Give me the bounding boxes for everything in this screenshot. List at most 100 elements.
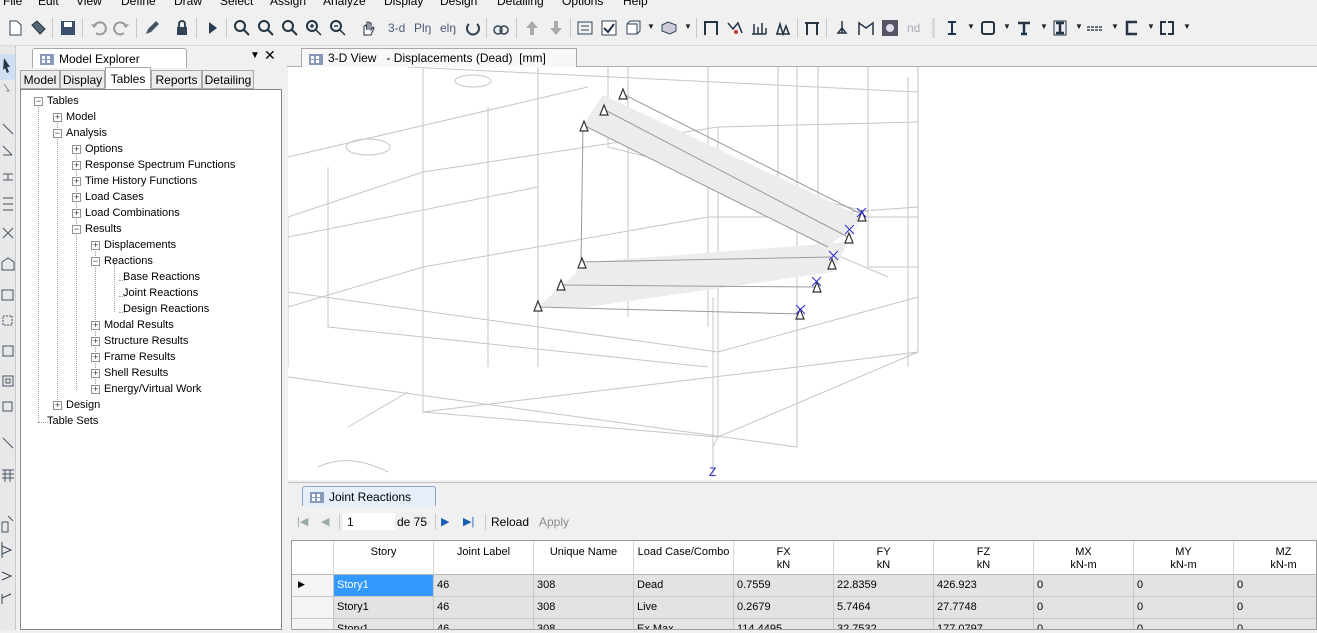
plate-section-icon[interactable] [1085, 18, 1105, 38]
wide-flange-icon[interactable] [1050, 18, 1070, 38]
first-page-icon[interactable]: |◀ [297, 515, 308, 528]
table-cell[interactable]: 114.4495 [734, 619, 834, 629]
expander-analysis[interactable]: − [53, 129, 62, 138]
expander-design[interactable]: + [53, 401, 62, 410]
view-tab-3d[interactable]: 3-D View - Displacements (Dead) [mm] [301, 48, 577, 67]
table-cell[interactable]: 0 [1034, 597, 1134, 619]
tab-display[interactable]: Display [60, 70, 105, 89]
zoom-rubber-band-icon[interactable] [256, 18, 276, 38]
reload-button[interactable]: Reload [491, 515, 529, 529]
tree-node-results[interactable]: Results [85, 223, 122, 235]
menu-options[interactable]: Options [562, 0, 603, 8]
zoom-out-icon[interactable] [328, 18, 348, 38]
display-options-icon[interactable] [575, 18, 595, 38]
column-header-story[interactable]: Story [334, 541, 434, 575]
expander-frame-results[interactable]: + [91, 353, 100, 362]
undo-icon[interactable] [88, 18, 108, 38]
last-page-icon[interactable]: ▶| [463, 515, 474, 528]
reactions-icon[interactable] [832, 18, 852, 38]
row-header[interactable]: ▶ [292, 575, 334, 597]
run-analysis-icon[interactable] [202, 18, 222, 38]
close-icon[interactable]: ✕ [264, 47, 276, 64]
table-cell[interactable]: 27.7748 [934, 597, 1034, 619]
deformed-shape-icon[interactable] [725, 18, 745, 38]
table-cell[interactable]: 0 [1134, 575, 1234, 597]
open-file-icon[interactable] [28, 18, 48, 38]
expander-reactions[interactable]: − [91, 257, 100, 266]
move-up-icon[interactable] [522, 18, 542, 38]
table-cell[interactable]: 0 [1234, 575, 1316, 597]
menu-draw[interactable]: Draw [174, 0, 202, 8]
tree-node-load-cases[interactable]: Load Cases [85, 191, 144, 203]
apply-button[interactable]: Apply [539, 515, 569, 529]
frame-section-icon[interactable] [802, 18, 822, 38]
tree-node-frame-results[interactable]: Frame Results [104, 351, 176, 363]
table-cell[interactable]: 46 [434, 619, 534, 629]
draw-tools-icon[interactable] [0, 46, 16, 630]
pan-hand-icon[interactable] [358, 18, 378, 38]
draw-frame-icon[interactable] [701, 18, 721, 38]
column-header-fy[interactable]: FY kN [834, 541, 934, 575]
table-cell[interactable]: 32.7532 [834, 619, 934, 629]
expander-structure-results[interactable]: + [91, 337, 100, 346]
tree-node-model[interactable]: Model [66, 111, 96, 123]
column-header-my[interactable]: MY kN-m [1134, 541, 1234, 575]
expander-tables[interactable]: − [34, 97, 43, 106]
box-section-icon[interactable] [978, 18, 998, 38]
menu-analyze[interactable]: Analyze [323, 0, 366, 8]
plan-view-button[interactable]: Plŋ [414, 21, 431, 35]
table-cell[interactable]: 0 [1034, 575, 1134, 597]
next-page-icon[interactable]: ▶ [441, 515, 449, 528]
column-header-mz[interactable]: MZ kN-m [1234, 541, 1316, 575]
tab-model[interactable]: Model [20, 70, 60, 89]
table-cell[interactable]: 308 [534, 597, 634, 619]
expander-shell-results[interactable]: + [91, 369, 100, 378]
expander-results[interactable]: − [72, 225, 81, 234]
expander-modal-results[interactable]: + [91, 321, 100, 330]
menu-detailing[interactable]: Detailing [497, 0, 544, 8]
extrude-icon[interactable] [659, 18, 679, 38]
table-cell[interactable]: Dead [634, 575, 734, 597]
tree-node-base-reactions[interactable]: Base Reactions [123, 271, 200, 283]
table-cell[interactable]: 0.7559 [734, 575, 834, 597]
table-cell[interactable]: 0 [1034, 619, 1134, 629]
expander-load-combinations[interactable]: + [72, 209, 81, 218]
menu-design[interactable]: Design [440, 0, 477, 8]
tree-node-options[interactable]: Options [85, 143, 123, 155]
row-header[interactable] [292, 619, 334, 629]
zoom-window-icon[interactable] [232, 18, 252, 38]
tree-node-load-combinations[interactable]: Load Combinations [85, 207, 180, 219]
expander-response-spectrum[interactable]: + [72, 161, 81, 170]
mode-shape-icon[interactable] [856, 18, 876, 38]
column-header-fx[interactable]: FX kN [734, 541, 834, 575]
previous-page-icon[interactable]: ◀ [321, 515, 329, 528]
new-file-icon[interactable] [5, 18, 25, 38]
table-cell[interactable]: 0 [1134, 619, 1234, 629]
expander-displacements[interactable]: + [91, 241, 100, 250]
tree-node-design-reactions[interactable]: Design Reactions [123, 303, 209, 315]
page-number-input[interactable] [343, 513, 395, 530]
expander-model[interactable]: + [53, 113, 62, 122]
menu-file[interactable]: File [3, 0, 22, 8]
table-cell[interactable]: 0 [1234, 597, 1316, 619]
panel-dropdown-icon[interactable]: ▼ [250, 50, 260, 61]
tree-node-joint-reactions[interactable]: Joint Reactions [123, 287, 198, 299]
tab-reports[interactable]: Reports [151, 70, 202, 89]
tab-detailing[interactable]: Detailing [202, 70, 254, 89]
force-diagram-icon[interactable] [749, 18, 769, 38]
table-cell[interactable]: Ex Max [634, 619, 734, 629]
tree-node-structure-results[interactable]: Structure Results [104, 335, 188, 347]
i-section-icon[interactable] [942, 18, 962, 38]
menu-help[interactable]: Help [623, 0, 648, 8]
tree-node-table-sets[interactable]: Table Sets [47, 415, 98, 427]
table-cell[interactable]: 0 [1234, 619, 1316, 629]
column-header-mx[interactable]: MX kN-m [1034, 541, 1134, 575]
tree-node-time-history[interactable]: Time History Functions [85, 175, 197, 187]
model-explorer-tab[interactable]: Model Explorer [32, 48, 187, 68]
expander-energy-virtual-work[interactable]: + [91, 385, 100, 394]
table-cell[interactable]: 308 [534, 575, 634, 597]
column-header-unique-name[interactable]: Unique Name [534, 541, 634, 575]
column-header-joint-label[interactable]: Joint Label [434, 541, 534, 575]
tree-node-tables[interactable]: Tables [47, 95, 79, 107]
zoom-in-icon[interactable] [304, 18, 324, 38]
